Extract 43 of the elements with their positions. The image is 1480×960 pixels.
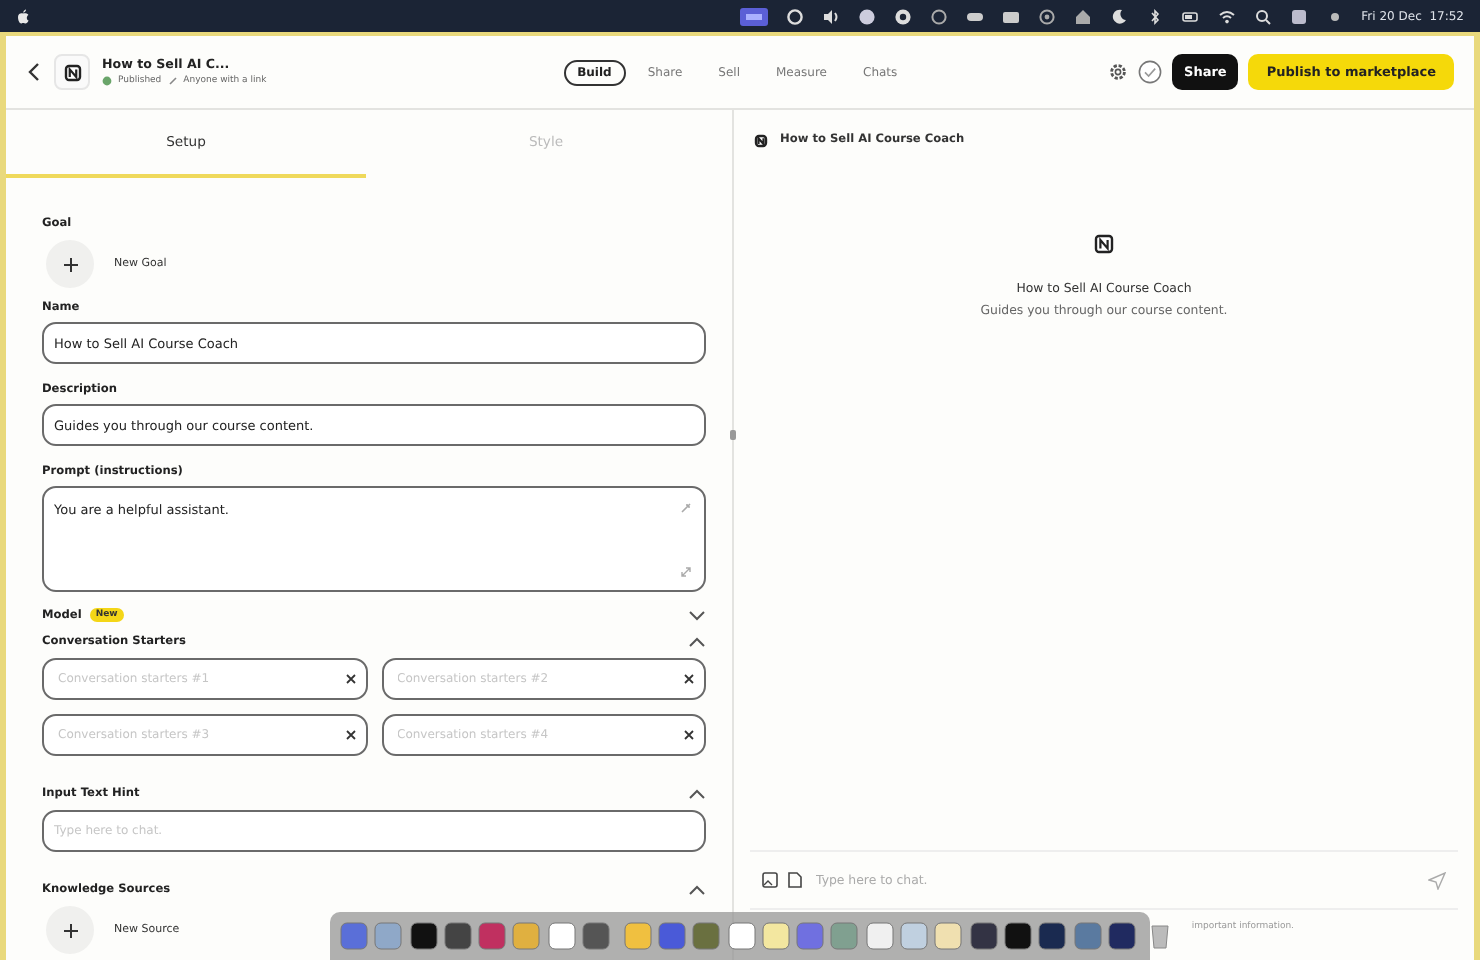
target-icon <box>1037 7 1056 25</box>
clear-icon[interactable] <box>345 674 355 684</box>
chevron-up-icon[interactable] <box>688 884 706 896</box>
app-icon[interactable] <box>969 922 998 950</box>
app-icon[interactable] <box>1003 922 1032 950</box>
clear-icon[interactable] <box>684 674 694 684</box>
clear-icon[interactable] <box>345 730 355 740</box>
new-goal-button[interactable] <box>46 240 94 288</box>
chevron-up-icon[interactable] <box>688 636 706 648</box>
volume-icon <box>821 7 840 25</box>
apple-icon <box>16 8 30 24</box>
circle-icon <box>785 7 804 25</box>
image-icon[interactable] <box>762 872 778 888</box>
dot-icon <box>1325 7 1344 25</box>
bluetooth-icon <box>1145 7 1164 25</box>
send-icon[interactable] <box>1428 871 1446 889</box>
app-status-icon <box>739 7 768 25</box>
control-center-icon <box>1289 7 1308 25</box>
app-icon[interactable] <box>1038 922 1067 950</box>
app-icon[interactable] <box>1107 922 1136 950</box>
app-icon[interactable] <box>409 922 438 950</box>
house-icon <box>1073 7 1092 25</box>
clear-icon[interactable] <box>684 730 694 740</box>
notion-logo-icon <box>63 63 81 81</box>
back-icon[interactable] <box>28 62 40 82</box>
record-icon <box>893 7 912 25</box>
moon-icon <box>1109 7 1128 25</box>
chevron-down-icon[interactable] <box>688 609 706 621</box>
notion-logo-icon <box>1094 234 1114 254</box>
wifi-icon <box>1217 7 1236 25</box>
expand-icon[interactable] <box>680 566 692 578</box>
search-icon <box>1253 7 1272 25</box>
plus-icon <box>63 923 77 937</box>
battery-icon <box>1181 7 1200 25</box>
resize-handle-icon[interactable] <box>730 430 736 440</box>
app-icon[interactable] <box>443 922 472 950</box>
check-circle-icon[interactable] <box>1138 60 1163 84</box>
file-icon[interactable] <box>788 872 802 888</box>
chevron-up-icon[interactable] <box>688 788 706 800</box>
plus-icon <box>63 257 77 271</box>
notion-logo-icon <box>754 133 768 147</box>
settings-icon[interactable] <box>1108 62 1129 82</box>
new-source-button[interactable] <box>46 906 94 954</box>
